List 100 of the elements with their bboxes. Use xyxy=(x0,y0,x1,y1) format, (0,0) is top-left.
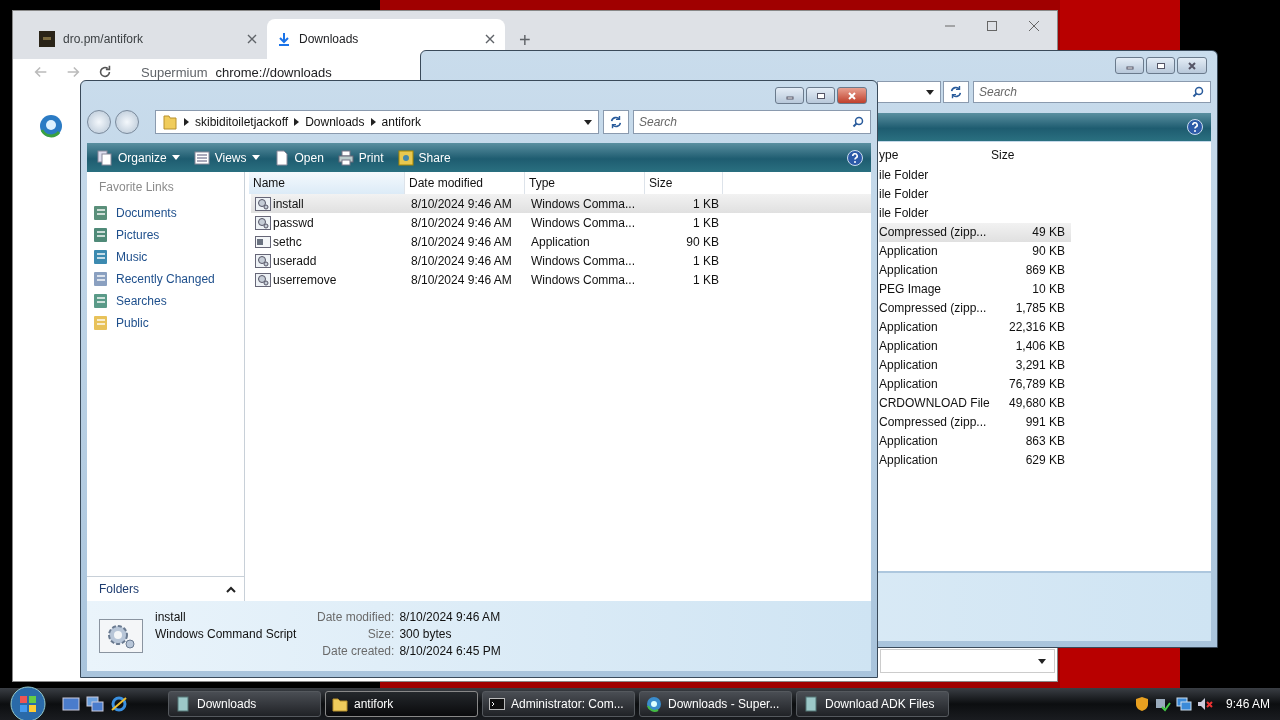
table-cell-text: 629 KB xyxy=(1024,452,1066,469)
toolbar-button[interactable]: Organize xyxy=(91,145,186,170)
maximize-button[interactable] xyxy=(985,19,999,33)
column-header[interactable]: Name xyxy=(249,172,405,194)
dropdown-caret-icon xyxy=(926,89,934,95)
taskbar-button[interactable]: Downloads - Super... xyxy=(639,691,792,717)
search-field[interactable]: Search xyxy=(973,81,1211,103)
windows-icon[interactable] xyxy=(86,695,104,713)
forward-button[interactable] xyxy=(115,110,139,134)
table-cell-text: 869 KB xyxy=(1024,262,1066,279)
documents-icon xyxy=(93,205,109,221)
folder-icon xyxy=(93,315,109,331)
search-field[interactable]: Search xyxy=(633,110,871,134)
favorite-link[interactable]: Recently Changed xyxy=(93,268,244,290)
maximize-icon xyxy=(815,90,826,101)
refresh-icon xyxy=(609,115,623,129)
refresh-button[interactable] xyxy=(603,110,629,134)
file-row[interactable]: userremove 8/10/2024 9:46 AM Windows Comma... 1 KB xyxy=(251,270,871,289)
file-row[interactable]: sethc 8/10/2024 9:46 AM Application 90 KB xyxy=(251,232,871,251)
breadcrumb-item[interactable]: Downloads xyxy=(305,115,365,129)
favorite-link[interactable]: Public xyxy=(93,312,244,334)
toolbar-button[interactable]: Views xyxy=(187,145,266,170)
minimize-button[interactable] xyxy=(1115,57,1144,74)
maximize-button[interactable] xyxy=(806,87,835,104)
field-value: 8/10/2024 9:46 AM xyxy=(399,610,501,624)
desktop-icon[interactable] xyxy=(62,695,80,713)
address-field[interactable] xyxy=(877,81,941,103)
share-icon xyxy=(397,149,414,166)
taskbar-button[interactable]: Download ADK Files xyxy=(796,691,949,717)
table-cell-text: Application xyxy=(879,243,939,260)
browser-tab[interactable]: dro.pm/antifork xyxy=(29,19,267,59)
close-icon[interactable] xyxy=(247,34,257,44)
start-button[interactable] xyxy=(10,686,46,720)
taskbar-button[interactable]: Administrator: Com... xyxy=(482,691,635,717)
file-name: userremove xyxy=(273,272,337,287)
close-button[interactable] xyxy=(1027,19,1041,33)
check-icon[interactable] xyxy=(1154,696,1171,712)
address-field[interactable]: skibiditoiletjackoff Downloads antifork xyxy=(155,110,599,134)
clock[interactable]: 9:46 AM xyxy=(1225,697,1270,711)
breadcrumb-item[interactable]: antifork xyxy=(381,115,421,129)
field-label: Size: xyxy=(366,627,395,641)
console-icon xyxy=(489,696,505,712)
reload-icon[interactable] xyxy=(97,64,113,80)
list-view-icon xyxy=(193,149,210,166)
back-button[interactable] xyxy=(87,110,111,134)
search-icon xyxy=(1192,86,1204,98)
close-button[interactable] xyxy=(837,87,867,104)
table-cell-text: Application xyxy=(530,234,591,249)
address-url[interactable]: chrome://downloads xyxy=(215,64,332,80)
taskbar-button[interactable]: Downloads xyxy=(168,691,321,717)
table-cell-text: ile Folder xyxy=(879,167,930,184)
close-icon[interactable] xyxy=(485,34,495,44)
help-icon[interactable] xyxy=(847,149,863,166)
file-row[interactable]: useradd 8/10/2024 9:46 AM Windows Comma... 1 KB xyxy=(251,251,871,270)
favorite-link[interactable]: Documents xyxy=(93,202,244,224)
application-icon xyxy=(255,233,271,250)
taskbar-button[interactable]: antifork xyxy=(325,691,478,717)
muted-speaker-icon[interactable] xyxy=(1196,696,1213,712)
close-button[interactable] xyxy=(1177,57,1207,74)
browser-icon[interactable] xyxy=(110,695,128,713)
refresh-button[interactable] xyxy=(943,81,969,103)
new-tab-button[interactable]: + xyxy=(519,28,531,52)
favorite-link[interactable]: Pictures xyxy=(93,224,244,246)
folder-icon xyxy=(162,114,178,130)
section-heading: Favorite Links xyxy=(99,180,175,194)
toolbar-button[interactable]: Open xyxy=(267,145,330,170)
select-field[interactable] xyxy=(880,649,1055,673)
table-cell-text: 1,406 KB xyxy=(1014,338,1066,355)
gear-icon xyxy=(99,619,143,653)
table-cell: 49 KB xyxy=(991,223,1071,242)
document-icon xyxy=(175,696,191,712)
file-name: useradd xyxy=(273,253,317,268)
toolbar-button[interactable]: Print xyxy=(331,145,390,170)
table-cell-text: 1 KB xyxy=(692,272,720,287)
shield-icon[interactable] xyxy=(1133,696,1150,712)
document-icon xyxy=(273,149,290,166)
help-icon[interactable] xyxy=(1187,119,1203,135)
table-cell-text: 8/10/2024 9:46 AM xyxy=(410,215,513,230)
maximize-button[interactable] xyxy=(1146,57,1175,74)
file-row[interactable]: passwd 8/10/2024 9:46 AM Windows Comma... 1 KB xyxy=(251,213,871,232)
favorite-link[interactable]: Music xyxy=(93,246,244,268)
table-cell-text: Application xyxy=(879,433,939,450)
field-label: Date modified: xyxy=(317,610,395,624)
searches-icon xyxy=(93,293,109,309)
chevron-icon xyxy=(370,118,376,126)
field-value: 300 bytes xyxy=(399,627,453,641)
toolbar-button[interactable]: Share xyxy=(391,145,457,170)
breadcrumb-item[interactable]: skibiditoiletjackoff xyxy=(195,115,289,129)
network-icon[interactable] xyxy=(1175,696,1192,712)
file-row[interactable]: install 8/10/2024 9:46 AM Windows Comma... 1 KB xyxy=(251,194,871,213)
search-icon xyxy=(852,116,864,128)
column-header[interactable]: ype xyxy=(879,145,991,165)
favorite-link[interactable]: Searches xyxy=(93,290,244,312)
minimize-button[interactable] xyxy=(775,87,804,104)
close-icon xyxy=(847,90,857,101)
field-value: 8/10/2024 6:45 PM xyxy=(399,644,501,658)
browser-tab[interactable]: Downloads xyxy=(267,19,505,59)
column-header[interactable]: Size xyxy=(991,145,1071,165)
table-cell-text: Application xyxy=(879,376,939,393)
table-cell-text: Windows Comma... xyxy=(530,253,637,268)
